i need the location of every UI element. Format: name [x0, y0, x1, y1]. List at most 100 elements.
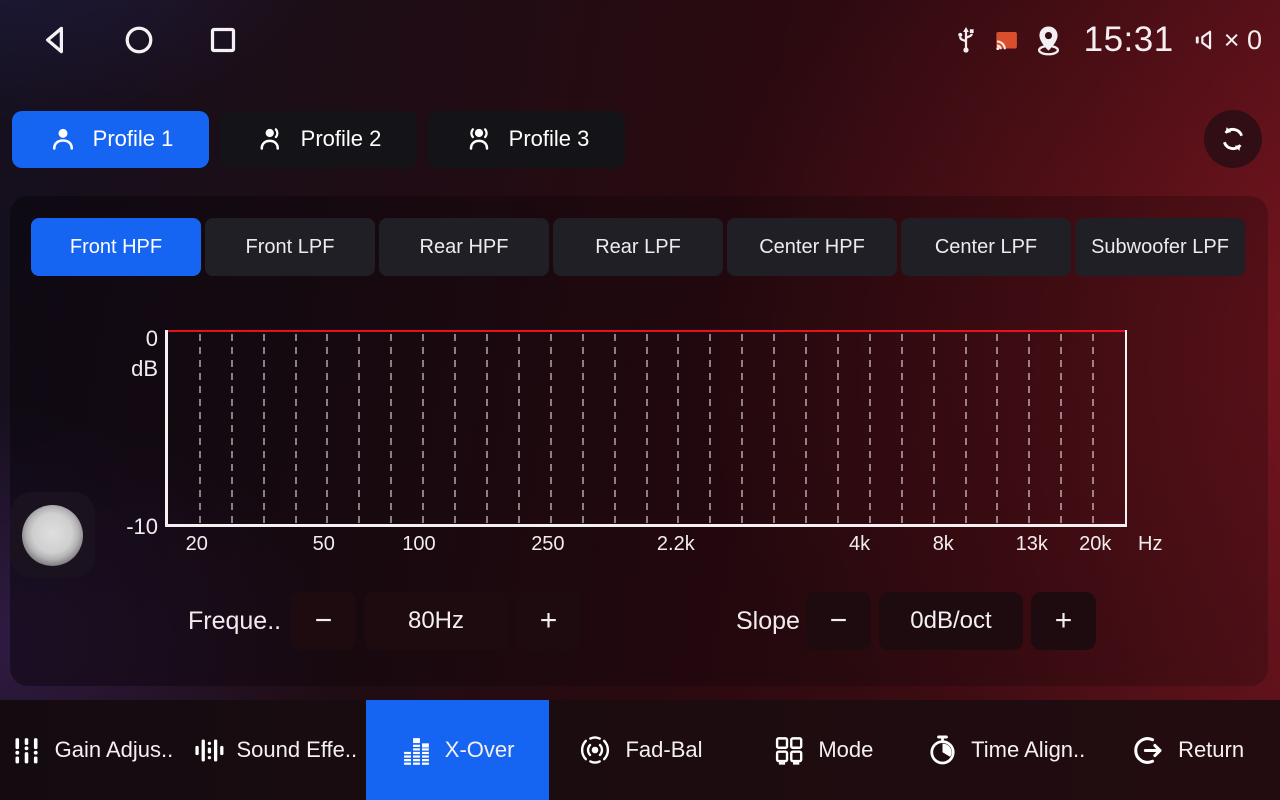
person-3-icon: [464, 124, 494, 154]
gridline: [263, 334, 265, 524]
volume-level: × 0: [1224, 25, 1262, 56]
gridline: [422, 334, 424, 524]
gridline: [295, 334, 297, 524]
gridline: [486, 334, 488, 524]
gridline: [646, 334, 648, 524]
gridline: [614, 334, 616, 524]
refresh-icon: [1218, 124, 1248, 154]
profile-tab-3[interactable]: Profile 3: [428, 111, 625, 168]
nav-item-return[interactable]: Return: [1097, 700, 1280, 800]
y-axis-tick-0: 0: [112, 326, 158, 352]
plot-area: [165, 330, 1127, 527]
mode-icon: [772, 733, 806, 767]
nav-item-label: Gain Adjus..: [55, 737, 174, 763]
gridline: [199, 334, 201, 524]
status-bar: 15:31 × 0: [0, 0, 1280, 80]
volume-muted-icon: [1193, 26, 1221, 54]
y-axis-tick-m10: -10: [112, 514, 158, 540]
x-over-icon: [400, 734, 433, 767]
x-tick-label: 4k: [849, 533, 870, 556]
gridline: [358, 334, 360, 524]
gridline: [1060, 334, 1062, 524]
nav-item-sound-effe[interactable]: Sound Effe..: [183, 700, 366, 800]
gain-adjust-icon: [10, 734, 43, 767]
gridline: [454, 334, 456, 524]
x-tick-label: 250: [531, 533, 564, 556]
person-2-icon: [256, 124, 286, 154]
slope-value: 0dB/oct: [879, 592, 1023, 650]
nav-item-label: X-Over: [445, 737, 515, 763]
frequency-decrease-button[interactable]: −: [291, 592, 356, 650]
gridline: [518, 334, 520, 524]
clock: 15:31: [1084, 20, 1174, 60]
profile-tab-label: Profile 1: [93, 126, 174, 152]
x-tick-label: 20: [186, 533, 208, 556]
filter-controls: Freque.. − 80Hz + Slope − 0dB/oct +: [10, 592, 1268, 650]
x-tick-label: 2.2k: [657, 533, 695, 556]
nav-item-label: Mode: [818, 737, 873, 763]
nav-item-fad-bal[interactable]: Fad-Bal: [549, 700, 732, 800]
gridline: [965, 334, 967, 524]
x-tick-label: 13k: [1016, 533, 1048, 556]
profile-tab-label: Profile 3: [509, 126, 590, 152]
nav-item-label: Sound Effe..: [236, 737, 357, 763]
slope-label: Slope: [736, 592, 800, 650]
gridline: [677, 334, 679, 524]
gridline: [582, 334, 584, 524]
refresh-button[interactable]: [1204, 110, 1262, 168]
slope-increase-button[interactable]: +: [1031, 592, 1096, 650]
frequency-label: Freque..: [188, 592, 281, 650]
sound-effects-icon: [191, 734, 224, 767]
cast-icon: [992, 26, 1021, 55]
gridline: [933, 334, 935, 524]
home-icon: [122, 23, 156, 57]
gridline: [901, 334, 903, 524]
recents-icon: [206, 23, 240, 57]
status-indicators: 15:31 × 0: [951, 0, 1262, 80]
gridline: [837, 334, 839, 524]
gridline: [805, 334, 807, 524]
gridline: [1092, 334, 1094, 524]
x-tick-label: 50: [313, 533, 335, 556]
bottom-nav-bar: Gain Adjus.. Sound Effe.. X-Over Fad-Bal Mod…: [0, 700, 1280, 800]
gridline: [996, 334, 998, 524]
nav-item-time-align[interactable]: Time Align..: [914, 700, 1097, 800]
nav-item-mode[interactable]: Mode: [731, 700, 914, 800]
profile-row: Profile 1 Profile 2 Profile 3: [12, 110, 1262, 168]
gridline: [709, 334, 711, 524]
gridline: [231, 334, 233, 524]
nav-item-gain-adjus[interactable]: Gain Adjus..: [0, 700, 183, 800]
usb-icon: [951, 24, 981, 56]
frequency-value: 80Hz: [364, 592, 508, 650]
x-axis-tick-labels: 20501002502.2k4k8k13k20k: [165, 533, 1127, 559]
back-icon: [38, 23, 72, 57]
fader-balance-icon: [577, 732, 613, 768]
gridline: [390, 334, 392, 524]
android-nav-buttons: [38, 0, 240, 80]
location-icon: [1032, 24, 1065, 57]
frequency-increase-button[interactable]: +: [516, 592, 581, 650]
nav-item-x-over[interactable]: X-Over: [366, 700, 549, 800]
slope-decrease-button[interactable]: −: [806, 592, 871, 650]
gridline: [773, 334, 775, 524]
gridline: [326, 334, 328, 524]
gridline: [869, 334, 871, 524]
back-button[interactable]: [38, 23, 72, 57]
response-curve-line: [168, 330, 1125, 332]
nav-item-label: Time Align..: [971, 737, 1085, 763]
content-panel: Front HPFFront LPFRear HPFRear LPFCenter…: [10, 196, 1268, 686]
profile-tab-2[interactable]: Profile 2: [220, 111, 417, 168]
profile-tab-1[interactable]: Profile 1: [12, 111, 209, 168]
gridline: [741, 334, 743, 524]
x-tick-label: 8k: [933, 533, 954, 556]
gridline: [550, 334, 552, 524]
home-button[interactable]: [122, 23, 156, 57]
recents-button[interactable]: [206, 23, 240, 57]
profile-tab-label: Profile 2: [301, 126, 382, 152]
person-icon: [48, 124, 78, 154]
knob-handle[interactable]: [22, 505, 83, 566]
x-axis-unit: Hz: [1138, 533, 1162, 556]
return-icon: [1133, 734, 1166, 767]
time-align-icon: [926, 734, 959, 767]
frequency-drag-knob[interactable]: [10, 492, 95, 578]
